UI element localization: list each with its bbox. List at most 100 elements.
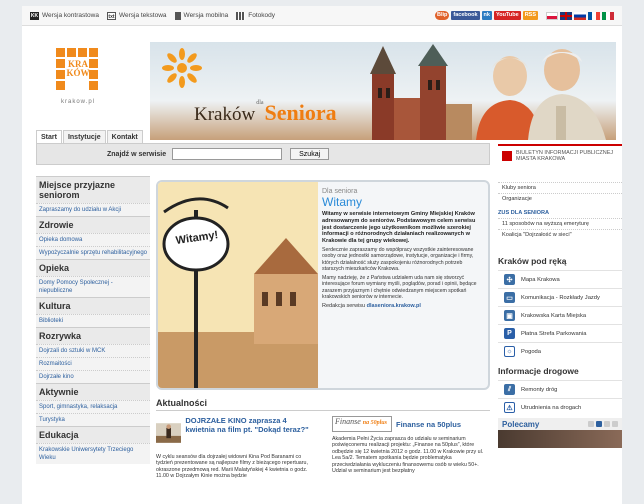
sun-icon: ☼ <box>504 346 515 357</box>
header: KRA KÓW krakow.pl KrakówdlaSeniora <box>22 26 622 140</box>
facebook-link[interactable]: facebook <box>451 11 480 20</box>
compass-icon: ✣ <box>504 274 515 285</box>
photocodes-link[interactable]: Fotokody <box>236 11 275 20</box>
search-label: Znajdź w serwisie <box>107 150 167 158</box>
transport-link[interactable]: ▭ Komunikacja - Rozkłady Jazdy <box>498 288 622 306</box>
editorial-email-link[interactable]: dlaseniora.krakow.pl <box>367 303 421 309</box>
mobile-phone-icon <box>174 11 181 20</box>
bip-text: BIULETYN INFORMACJI PUBLICZNEJ MIASTA KRA… <box>516 149 614 163</box>
text-version-link[interactable]: txt Wersja tekstowa <box>106 11 167 20</box>
news-item: Finanse na 50plus Finanse na 50plus Akad… <box>332 416 492 474</box>
sidebar-category[interactable]: Kultura <box>36 297 150 314</box>
social-links: Blip facebook nk YouTube RSS <box>435 11 538 20</box>
city-card-link[interactable]: ▣ Krakowska Karta Miejska <box>498 306 622 324</box>
sidebar-category[interactable]: Miejsce przyjazne seniorom <box>36 176 150 203</box>
logo-text: KRA KÓW <box>66 59 90 78</box>
zus-link[interactable]: 11 sposobów na wyższą emeryturę <box>498 218 622 229</box>
sidebar-item[interactable]: Zapraszamy do udziału w Akcji <box>36 203 150 216</box>
parking-icon: P <box>504 328 515 339</box>
welcome-text: Dla seniora Witamy Witamy w serwisie int… <box>322 188 482 309</box>
sidebar-category[interactable]: Edukacja <box>36 426 150 443</box>
pager-next-button[interactable] <box>612 421 618 427</box>
quick-link[interactable]: Organizacje <box>498 193 622 204</box>
roadworks-link[interactable]: ⫽ Remonty dróg <box>498 380 622 398</box>
recommended-heading: Polecamy <box>502 419 540 429</box>
right-column: Kluby seniora Organizacje ZUS DLA SENIOR… <box>498 182 622 448</box>
contrast-version-label: Wersja kontrastowa <box>42 12 99 19</box>
news-item: DOJRZAŁE KINO zaprasza 4 kwietnia na fil… <box>156 416 316 480</box>
flag-uk-icon[interactable] <box>560 11 572 20</box>
mobile-version-label: Wersja mobilna <box>183 12 229 19</box>
logo-url: krakow.pl <box>60 99 95 105</box>
sidebar-category[interactable]: Opieka <box>36 259 150 276</box>
roadworks-icon: ⫽ <box>504 384 515 395</box>
nk-link[interactable]: nk <box>481 11 492 20</box>
qr-code-icon <box>236 11 246 20</box>
editorial-line: Redakcja serwisu dlaseniora.krakow.pl <box>322 303 421 310</box>
bus-icon: ▭ <box>504 292 515 303</box>
pager-dot[interactable] <box>596 421 602 427</box>
welcome-box: Witamy! Dla seniora Witamy Witamy w serw… <box>156 180 490 390</box>
welcome-kicker: Dla seniora <box>322 188 358 195</box>
text-icon: txt <box>106 11 116 20</box>
krakow-logo[interactable]: KRA KÓW krakow.pl <box>44 48 112 105</box>
pager-prev-button[interactable] <box>588 421 594 427</box>
recommended-image <box>498 430 622 448</box>
rss-link[interactable]: RSS <box>522 11 538 20</box>
zus-heading[interactable]: ZUS DLA SENIORA <box>498 210 622 216</box>
sidebar-category[interactable]: Aktywnie <box>36 383 150 400</box>
mobile-version-link[interactable]: Wersja mobilna <box>174 11 229 20</box>
category-sidebar: Miejsce przyjazne seniorom Zapraszamy do… <box>36 176 150 464</box>
pager-dot[interactable] <box>604 421 610 427</box>
sidebar-item[interactable]: Opieka domowa <box>36 233 150 246</box>
sidebar-item[interactable]: Krakowskie Uniwersytety Trzeciego Wieku <box>36 443 150 464</box>
flag-ru-icon[interactable] <box>574 11 586 20</box>
weather-link[interactable]: ☼ Pogoda <box>498 342 622 360</box>
tab-contact[interactable]: Kontakt <box>106 130 143 144</box>
church-image <box>370 44 472 140</box>
sidebar-item[interactable]: Turystyka <box>36 413 150 426</box>
news-heading: Aktualności <box>156 398 490 411</box>
welcome-paragraph: Serdecznie zapraszamy do współpracy wszy… <box>322 246 474 272</box>
witamy-sign-photo <box>158 182 318 388</box>
search-input[interactable] <box>172 148 283 160</box>
zus-link[interactable]: Koalicja "Dojrzałość w sieci" <box>498 229 622 240</box>
news-title-link[interactable]: Finanse na 50plus <box>396 420 461 429</box>
sidebar-item[interactable]: Wypożyczalnie sprzętu rehabilitacyjnego <box>36 246 150 259</box>
flag-fr-icon[interactable] <box>588 11 600 20</box>
site-brand: KrakówdlaSeniora <box>194 100 337 125</box>
text-version-label: Wersja tekstowa <box>118 12 167 19</box>
road-disruptions-link[interactable]: ⚠ Utrudnienia na drogach <box>498 398 622 416</box>
flag-it-icon[interactable] <box>602 11 614 20</box>
sidebar-item[interactable]: Domy Pomocy Społecznej - niepubliczne <box>36 276 150 297</box>
recommended-bar: Polecamy <box>498 418 622 430</box>
quick-link[interactable]: Kluby seniora <box>498 182 622 193</box>
youtube-link[interactable]: YouTube <box>493 11 521 20</box>
sidebar-item[interactable]: Dojrzali do sztuki w MCK <box>36 344 150 357</box>
contrast-version-link[interactable]: KK Wersja kontrastowa <box>30 11 99 20</box>
sidebar-item[interactable]: Dojrzałe kino <box>36 370 150 383</box>
parking-zone-link[interactable]: P Płatna Strefa Parkowania <box>498 324 622 342</box>
contrast-icon: KK <box>30 11 39 20</box>
card-icon: ▣ <box>504 310 515 321</box>
krakow-map-link[interactable]: ✣ Mapa Krakowa <box>498 270 622 288</box>
road-info-heading: Informacje drogowe <box>498 366 579 376</box>
photocodes-label: Fotokody <box>248 12 275 19</box>
search-button[interactable]: Szukaj <box>290 148 330 160</box>
tab-institutions[interactable]: Instytucje <box>62 130 106 144</box>
language-flags <box>546 11 614 20</box>
blip-link[interactable]: Blip <box>435 11 450 20</box>
sidebar-item[interactable]: Rozmaitości <box>36 357 150 370</box>
sidebar-item[interactable]: Biblioteki <box>36 314 150 327</box>
utility-bar: KK Wersja kontrastowa txt Wersja tekstowa … <box>22 6 622 26</box>
sidebar-item[interactable]: Sport, gimnastyka, relaksacja <box>36 400 150 413</box>
sidebar-category[interactable]: Zdrowie <box>36 216 150 233</box>
news-title-link[interactable]: DOJRZAŁE KINO zaprasza 4 kwietnia na fil… <box>185 416 316 450</box>
tab-start[interactable]: Start <box>36 130 62 144</box>
news-summary: Akademia Pełni Życia zaprasza do udziału… <box>332 436 484 475</box>
krakow-handy-heading: Kraków pod ręką <box>498 256 567 266</box>
flag-pl-icon[interactable] <box>546 11 558 20</box>
sidebar-category[interactable]: Rozrywka <box>36 327 150 344</box>
bip-link[interactable]: BIULETYN INFORMACJI PUBLICZNEJ MIASTA KRA… <box>498 144 622 166</box>
zus-links: 11 sposobów na wyższą emeryturę Koalicja… <box>498 218 622 240</box>
